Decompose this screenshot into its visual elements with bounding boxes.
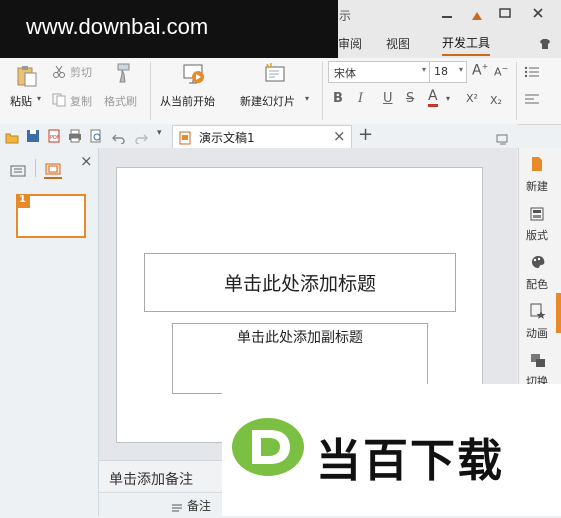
close-button[interactable]	[531, 5, 545, 19]
new-slide-icon	[263, 62, 287, 86]
paste-icon[interactable]	[14, 64, 38, 88]
cut-button[interactable]: 剪切	[70, 64, 92, 80]
bold-button[interactable]: B	[333, 91, 343, 106]
ribbon-divider	[150, 62, 151, 120]
ribbon-divider	[322, 62, 323, 120]
ribbon-divider	[516, 62, 517, 120]
title-placeholder[interactable]: 单击此处添加标题	[144, 253, 456, 312]
logo-watermark: 当百下载	[222, 384, 561, 516]
font-color-dropdown-icon[interactable]: ▾	[446, 94, 450, 103]
slides-view-tab[interactable]	[44, 161, 62, 179]
copy-button[interactable]: 复制	[70, 93, 92, 109]
sidebar-item-color-scheme[interactable]: 配色	[519, 276, 555, 292]
slide-thumbnail-panel: × 1	[0, 148, 99, 516]
logo-badge-icon	[232, 418, 304, 476]
shrink-font-icon[interactable]: A−	[494, 64, 508, 79]
italic-button[interactable]: I	[358, 91, 363, 106]
slide-number-badge: 1	[16, 194, 30, 208]
notes-icon	[171, 499, 183, 512]
font-name-select[interactable]: 宋体 ▾	[328, 61, 430, 83]
ribbon-tab-bar: 审阅 视图 开发工具	[338, 30, 561, 59]
chevron-down-icon: ▾	[458, 65, 463, 74]
font-size-value: 18	[434, 65, 448, 78]
new-slide-button[interactable]: 新建幻灯片	[240, 93, 295, 109]
paste-dropdown-icon[interactable]: ▾	[37, 94, 41, 103]
slide-number: 1	[19, 194, 26, 205]
bullet-list-icon[interactable]	[524, 64, 540, 78]
new-file-icon[interactable]	[530, 156, 544, 172]
superscript-button[interactable]: X²	[466, 92, 478, 105]
chevron-down-icon: ▾	[421, 65, 426, 74]
palette-icon[interactable]	[530, 254, 546, 268]
maximize-button[interactable]	[498, 5, 512, 19]
tab-view[interactable]: 视图	[386, 35, 410, 52]
sidebar-item-animation[interactable]: 动画	[519, 325, 555, 341]
from-current-button[interactable]: 从当前开始	[160, 93, 215, 109]
notes-placeholder: 单击添加备注	[109, 472, 193, 488]
tab-developer-tools[interactable]: 开发工具	[442, 34, 491, 56]
new-slide-dropdown-icon[interactable]: ▾	[305, 94, 309, 103]
undo-icon[interactable]	[112, 129, 126, 145]
document-tab[interactable]: 演示文稿1 ×	[172, 125, 352, 148]
tab-review[interactable]: 审阅	[338, 35, 362, 52]
subscript-button[interactable]: X₂	[490, 94, 502, 107]
shirt-icon[interactable]	[538, 36, 552, 50]
save-icon[interactable]	[26, 128, 40, 142]
format-painter-icon	[113, 62, 133, 84]
play-slideshow-icon	[182, 62, 206, 86]
app-title-fragment: 示	[339, 9, 352, 23]
svg-text:PDF: PDF	[50, 135, 60, 141]
document-tab-label: 演示文稿1	[199, 131, 255, 145]
subtitle-placeholder-text: 单击此处添加副标题	[237, 330, 363, 346]
grow-font-icon[interactable]: A+	[472, 62, 488, 79]
strikethrough-button[interactable]: S	[406, 91, 414, 106]
open-folder-icon[interactable]	[5, 129, 19, 144]
skin-icon[interactable]	[470, 7, 484, 20]
ribbon: 粘贴 ▾ 剪切 复制 格式刷 从当前开始 新建幻灯片 ▾ 宋体 ▾ 18 ▾ A…	[0, 58, 561, 125]
sidebar-collapse-handle[interactable]	[556, 293, 561, 333]
new-tab-button[interactable]: +	[358, 124, 373, 145]
slide-thumbnail[interactable]: 1	[16, 194, 86, 238]
outline-view-tab[interactable]	[10, 163, 26, 177]
close-tab-button[interactable]: ×	[333, 127, 346, 145]
sidebar-item-layout[interactable]: 版式	[519, 227, 555, 243]
format-painter-button[interactable]: 格式刷	[104, 93, 137, 109]
font-size-select[interactable]: 18 ▾	[429, 61, 467, 83]
font-name-value: 宋体	[334, 67, 356, 80]
tab-list-icon[interactable]	[496, 130, 508, 145]
layout-icon[interactable]	[530, 206, 544, 221]
font-color-button[interactable]: A	[428, 88, 438, 107]
notes-toggle[interactable]: 备注	[187, 497, 211, 514]
sidebar-item-new[interactable]: 新建	[519, 178, 555, 194]
watermark-text: www.downbai.com	[26, 14, 209, 39]
sidebar-top	[519, 148, 555, 154]
print-preview-icon[interactable]	[89, 128, 103, 143]
panel-tab-divider	[35, 159, 36, 177]
watermark-banner: www.downbai.com	[0, 0, 338, 58]
align-left-icon[interactable]	[524, 92, 540, 106]
customize-toolbar-dropdown-icon[interactable]: ▾	[157, 128, 162, 138]
scissors-icon	[52, 63, 66, 78]
paste-button[interactable]: 粘贴	[10, 93, 32, 109]
logo-text: 当百下载	[316, 434, 505, 487]
transition-icon[interactable]	[530, 353, 546, 369]
redo-icon[interactable]	[134, 129, 148, 145]
export-pdf-icon[interactable]: PDF	[47, 128, 61, 143]
copy-icon	[52, 92, 66, 107]
minimize-button[interactable]	[440, 6, 454, 20]
presentation-file-icon	[179, 130, 191, 145]
animation-star-icon[interactable]	[530, 303, 546, 319]
title-placeholder-text: 单击此处添加标题	[223, 273, 376, 295]
print-icon[interactable]	[68, 128, 82, 143]
underline-button[interactable]: U	[383, 91, 393, 106]
close-panel-button[interactable]: ×	[80, 152, 93, 170]
